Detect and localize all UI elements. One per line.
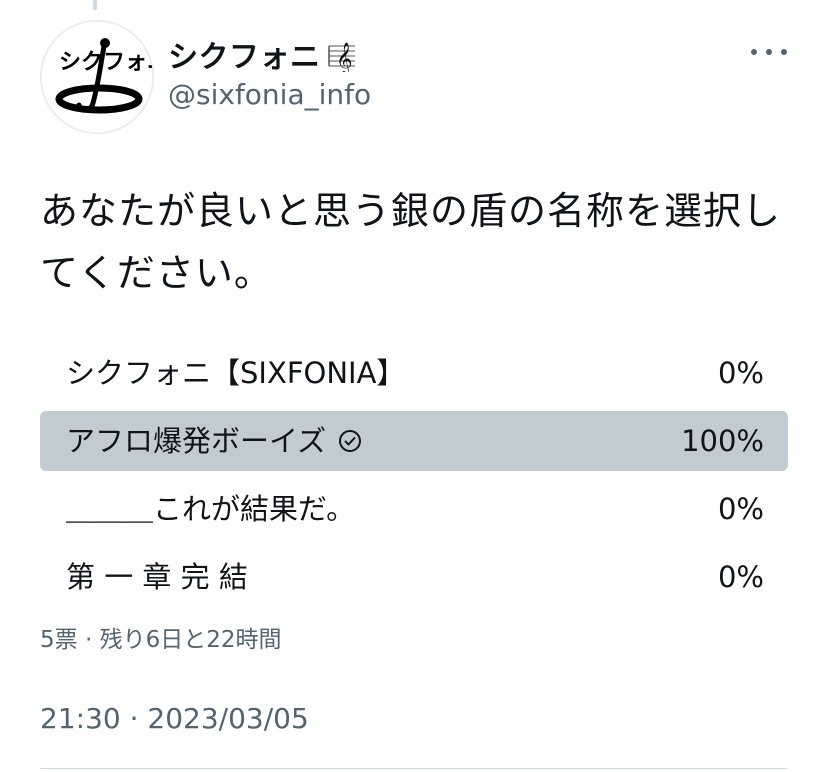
poll-option-percent: 0% xyxy=(717,492,764,526)
poll-option-sixfonia[interactable]: シクフォニ【SIXFONIA】 0% xyxy=(40,343,788,403)
tweet-text: あなたが良いと思う銀の盾の名称を選択してください。 xyxy=(40,189,782,295)
divider xyxy=(40,768,787,769)
poll-option-result[interactable]: ＿＿＿これが結果だ。 0% xyxy=(40,479,788,539)
svg-text:𝄞: 𝄞 xyxy=(336,42,353,72)
author-display-name[interactable]: シクフォニ xyxy=(168,32,321,76)
poll-option-text: 第 一 章 完 結 xyxy=(66,560,248,594)
poll-option-label: ＿＿＿これが結果だ。 xyxy=(66,479,355,539)
more-options-icon[interactable] xyxy=(751,40,787,64)
poll-option-label: シクフォニ【SIXFONIA】 xyxy=(66,343,405,403)
poll-option-chapter-one[interactable]: 第 一 章 完 結 0% xyxy=(40,547,788,607)
poll-option-text: ＿＿＿これが結果だ。 xyxy=(66,492,356,526)
poll: シクフォニ【SIXFONIA】 0% アフロ爆発ボーイズ 100% ＿＿＿これが… xyxy=(40,343,788,615)
author-name-row: シクフォニ 𝄞 xyxy=(168,32,357,76)
avatar-logo-text: シクフォニ xyxy=(59,50,153,75)
poll-option-text: アフロ爆発ボーイズ xyxy=(66,424,327,458)
poll-option-percent: 0% xyxy=(717,356,764,390)
poll-option-percent: 0% xyxy=(717,560,764,594)
poll-option-label: アフロ爆発ボーイズ xyxy=(66,411,362,471)
poll-option-percent: 100% xyxy=(681,424,764,458)
poll-option-label: 第 一 章 完 結 xyxy=(66,547,248,607)
avatar[interactable]: シクフォニ xyxy=(40,20,154,134)
author-handle[interactable]: @sixfonia_info xyxy=(168,78,371,111)
avatar-logo: シクフォニ xyxy=(42,22,153,132)
winner-check-icon xyxy=(338,429,362,453)
poll-meta: 5票 · 残り6日と22時間 xyxy=(40,627,282,653)
tweet-timestamp[interactable]: 21:30 · 2023/03/05 xyxy=(40,702,309,735)
thread-connector-line xyxy=(93,0,97,10)
poll-option-afro[interactable]: アフロ爆発ボーイズ 100% xyxy=(40,411,788,471)
poll-option-text: シクフォニ【SIXFONIA】 xyxy=(66,356,406,390)
treble-clef-icon: 𝄞 xyxy=(327,36,357,76)
